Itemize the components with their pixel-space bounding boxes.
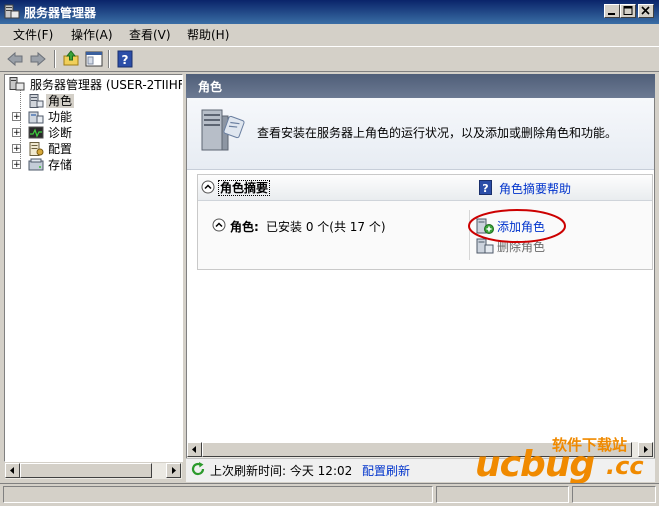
close-icon xyxy=(641,6,650,15)
tree-item-diagnostics[interactable]: 诊断 xyxy=(48,126,72,140)
help-icon[interactable]: ? xyxy=(116,50,134,68)
refresh-icon[interactable] xyxy=(190,461,206,477)
expand-storage-button[interactable]: + xyxy=(12,160,21,170)
title-bar: 服务器管理器 xyxy=(0,0,659,24)
watermark-brand: ucbug xyxy=(475,444,595,485)
last-refresh-text: 上次刷新时间: 今天 12:02 xyxy=(210,464,353,478)
intro-text: 查看安装在服务器上角色的运行状况，以及添加或删除角色和功能。 xyxy=(257,126,618,140)
svg-text:?: ? xyxy=(122,53,129,67)
arrow-left-icon xyxy=(10,467,14,474)
menu-help[interactable]: 帮助(H) xyxy=(187,27,229,43)
back-arrow-icon[interactable] xyxy=(6,50,24,68)
details-header: 角色 xyxy=(186,74,655,98)
forward-arrow-icon[interactable] xyxy=(29,50,47,68)
collapse-chevron-icon[interactable] xyxy=(212,218,226,232)
tree-root-label[interactable]: 服务器管理器 (USER-2TIIHF xyxy=(30,78,182,92)
show-hide-console-tree-icon[interactable] xyxy=(85,50,103,68)
roles-installed-status: 已安装 0 个(共 17 个) xyxy=(266,220,386,234)
server-manager-icon xyxy=(4,4,20,19)
roles-summary-title[interactable]: 角色摘要 xyxy=(218,180,271,196)
up-folder-icon[interactable] xyxy=(62,50,80,68)
scroll-thumb[interactable] xyxy=(20,463,152,478)
configure-refresh-link[interactable]: 配置刷新 xyxy=(362,462,410,479)
diagnostics-icon xyxy=(28,126,44,139)
expand-features-button[interactable]: + xyxy=(12,112,21,122)
close-button[interactable] xyxy=(638,4,654,18)
status-pane-right xyxy=(572,486,656,503)
highlight-circle xyxy=(468,209,566,243)
tree-item-configuration[interactable]: 配置 xyxy=(48,142,72,156)
minimize-button[interactable] xyxy=(604,4,620,18)
minimize-icon xyxy=(608,13,615,15)
menu-action[interactable]: 操作(A) xyxy=(71,27,113,43)
details-header-title: 角色 xyxy=(198,80,223,94)
maximize-button[interactable] xyxy=(620,4,636,18)
menu-file[interactable]: 文件(F) xyxy=(13,27,53,43)
maximize-icon xyxy=(623,6,633,15)
roles-icon xyxy=(29,94,44,108)
arrow-right-icon xyxy=(172,467,176,474)
arrow-left-icon xyxy=(192,446,196,453)
expand-configuration-button[interactable]: + xyxy=(12,144,21,154)
roles-label: 角色: xyxy=(230,220,259,234)
menu-view[interactable]: 查看(V) xyxy=(129,27,171,43)
tree-item-features[interactable]: 功能 xyxy=(48,110,72,124)
server-manager-tree-icon xyxy=(9,77,25,91)
svg-text:?: ? xyxy=(482,182,488,195)
tree-item-roles[interactable]: 角色 xyxy=(46,94,75,108)
scroll-left-button[interactable] xyxy=(187,442,202,457)
storage-icon xyxy=(28,158,44,171)
scroll-left-button[interactable] xyxy=(5,463,20,478)
console-tree: 服务器管理器 (USER-2TIIHF 角色 + 功能 + 诊断 + 配置 + … xyxy=(4,74,183,462)
roles-server-illustration-icon xyxy=(201,109,245,151)
features-icon xyxy=(28,111,44,124)
collapse-chevron-icon[interactable] xyxy=(201,180,215,194)
window-title: 服务器管理器 xyxy=(24,6,97,20)
tree-horizontal-scrollbar[interactable] xyxy=(5,463,182,479)
roles-summary-help-link[interactable]: 角色摘要帮助 xyxy=(499,180,571,197)
configuration-icon xyxy=(29,142,44,156)
scroll-right-button[interactable] xyxy=(166,463,181,478)
watermark-suffix: .cc xyxy=(606,452,644,480)
toolbar-separator xyxy=(54,50,56,68)
help-book-icon: ? xyxy=(479,180,492,195)
tree-item-storage[interactable]: 存储 xyxy=(48,158,72,172)
status-pane-main xyxy=(3,486,433,503)
expand-diagnostics-button[interactable]: + xyxy=(12,128,21,138)
status-pane-middle xyxy=(436,486,569,503)
toolbar-separator xyxy=(108,50,110,68)
